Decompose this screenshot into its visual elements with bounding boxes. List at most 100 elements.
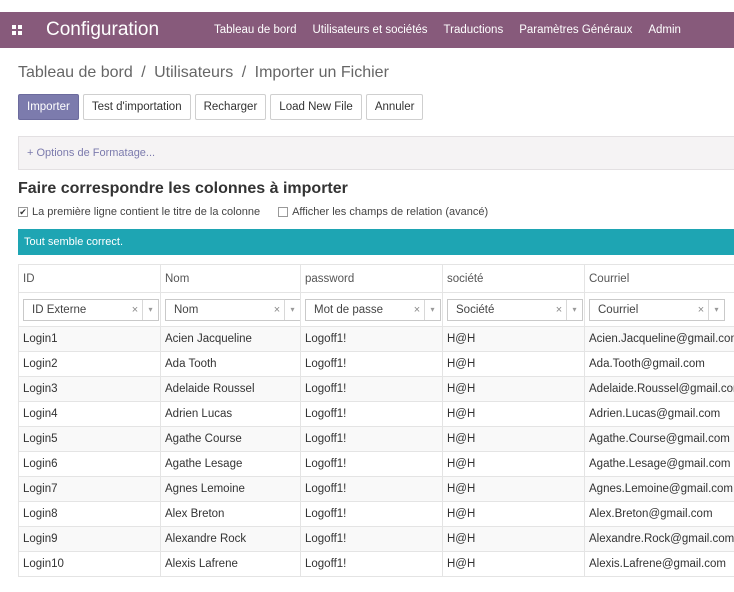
table-cell: Login10: [18, 551, 161, 577]
clear-icon[interactable]: ×: [270, 304, 284, 316]
show-relations-label: Afficher les champs de relation (avancé): [292, 206, 489, 218]
table-cell: Agnes Lemoine: [160, 476, 301, 502]
table-row: Login10 Alexis Lafrene Logoff1! H@H Alexis.L…: [18, 551, 734, 577]
action-toolbar: Importer Test d'importation Recharger Lo…: [18, 94, 424, 120]
table-row: Login7 Agnes Lemoine Logoff1! H@H Agnes.Lemo…: [18, 476, 734, 502]
table-cell: Agathe.Course@gmail.com: [584, 426, 734, 452]
table-cell: H@H: [442, 501, 585, 527]
table-cell: Adelaide Roussel: [160, 376, 301, 402]
table-cell: Ada Tooth: [160, 351, 301, 377]
table-cell: Login5: [18, 426, 161, 452]
table-cell: Acien Jacqueline: [160, 326, 301, 352]
field-mapping-cell: Mot de passe × ▾: [300, 292, 443, 327]
table-cell: H@H: [442, 376, 585, 402]
clear-icon[interactable]: ×: [552, 304, 566, 316]
table-cell: Login6: [18, 451, 161, 477]
table-cell: Login1: [18, 326, 161, 352]
table-row: Login3 Adelaide Roussel Logoff1! H@H Adelaid…: [18, 376, 734, 402]
table-cell: H@H: [442, 351, 585, 377]
table-cell: Alex Breton: [160, 501, 301, 527]
header-row-checkbox[interactable]: ✔ La première ligne contient le titre de…: [18, 206, 260, 218]
chevron-down-icon[interactable]: ▾: [142, 299, 158, 320]
table-row: Login9 Alexandre Rock Logoff1! H@H Alexandre…: [18, 526, 734, 552]
table-cell: Login4: [18, 401, 161, 427]
import-preview-table: ID Nom password société Courriel ID Exte…: [18, 264, 734, 577]
table-cell: Adelaide.Roussel@gmail.com: [584, 376, 734, 402]
column-header: ID: [18, 264, 161, 293]
field-mapping-value: Nom: [174, 303, 199, 316]
checkbox-checked-icon[interactable]: ✔: [18, 207, 28, 217]
reload-button[interactable]: Recharger: [194, 94, 267, 120]
field-mapping-cell: ID Externe × ▾: [18, 292, 161, 327]
menu-item-admin[interactable]: Admin: [640, 24, 689, 36]
cancel-button[interactable]: Annuler: [365, 94, 424, 120]
breadcrumb: Tableau de bord / Utilisateurs / Importe…: [18, 64, 389, 82]
table-cell: H@H: [442, 451, 585, 477]
formatting-options-toggle[interactable]: + Options de Formatage...: [18, 136, 734, 170]
table-cell: Logoff1!: [300, 476, 443, 502]
table-row: Login1 Acien Jacqueline Logoff1! H@H Acien.J…: [18, 326, 734, 352]
table-cell: Login9: [18, 526, 161, 552]
table-cell: Agathe Course: [160, 426, 301, 452]
table-cell: Alexis.Lafrene@gmail.com: [584, 551, 734, 577]
field-mapping-select[interactable]: Nom × ▾: [165, 298, 301, 321]
table-row: Login6 Agathe Lesage Logoff1! H@H Agathe.Les…: [18, 451, 734, 477]
table-cell: Login3: [18, 376, 161, 402]
field-mapping-select[interactable]: ID Externe × ▾: [23, 298, 159, 321]
field-mapping-cell: Courriel × ▾: [584, 292, 734, 327]
chevron-down-icon[interactable]: ▾: [424, 299, 440, 320]
import-button[interactable]: Importer: [18, 94, 79, 120]
table-cell: Login7: [18, 476, 161, 502]
field-mapping-select[interactable]: Courriel × ▾: [589, 298, 725, 321]
breadcrumb-dashboard[interactable]: Tableau de bord: [18, 64, 133, 81]
field-mapping-value: ID Externe: [32, 303, 87, 316]
status-alert: Tout semble correct.: [18, 229, 734, 255]
field-mapping-cell: Société × ▾: [442, 292, 585, 327]
table-cell: Logoff1!: [300, 326, 443, 352]
chevron-down-icon[interactable]: ▾: [284, 299, 300, 320]
table-cell: Logoff1!: [300, 401, 443, 427]
table-cell: H@H: [442, 551, 585, 577]
column-header: Courriel: [584, 264, 734, 293]
breadcrumb-users[interactable]: Utilisateurs: [154, 64, 233, 81]
menu-item-general-settings[interactable]: Paramètres Généraux: [511, 24, 640, 36]
import-checkboxes: ✔ La première ligne contient le titre de…: [18, 206, 488, 218]
table-cell: Logoff1!: [300, 451, 443, 477]
menu-item-translations[interactable]: Traductions: [436, 24, 512, 36]
chevron-down-icon[interactable]: ▾: [708, 299, 724, 320]
table-cell: Logoff1!: [300, 551, 443, 577]
table-cell: H@H: [442, 426, 585, 452]
table-cell: Agnes.Lemoine@gmail.com: [584, 476, 734, 502]
chevron-down-icon[interactable]: ▾: [566, 299, 582, 320]
section-title: Faire correspondre les colonnes à import…: [18, 180, 348, 197]
show-relations-checkbox[interactable]: Afficher les champs de relation (avancé): [278, 206, 488, 218]
field-mapping-select[interactable]: Mot de passe × ▾: [305, 298, 441, 321]
table-cell: H@H: [442, 401, 585, 427]
checkbox-unchecked-icon[interactable]: [278, 207, 289, 217]
table-cell: Ada.Tooth@gmail.com: [584, 351, 734, 377]
table-cell: Logoff1!: [300, 526, 443, 552]
column-header: Nom: [160, 264, 301, 293]
table-cell: Acien.Jacqueline@gmail.com: [584, 326, 734, 352]
top-menu: Tableau de bord Utilisateurs et sociétés…: [206, 24, 689, 36]
field-mapping-select[interactable]: Société × ▾: [447, 298, 583, 321]
test-import-button[interactable]: Test d'importation: [82, 94, 191, 120]
table-cell: Agathe.Lesage@gmail.com: [584, 451, 734, 477]
menu-item-dashboard[interactable]: Tableau de bord: [206, 24, 304, 36]
table-row: Login5 Agathe Course Logoff1! H@H Agathe.Cou…: [18, 426, 734, 452]
clear-icon[interactable]: ×: [694, 304, 708, 316]
table-cell: Logoff1!: [300, 426, 443, 452]
apps-grid-icon[interactable]: [0, 12, 34, 48]
load-new-file-button[interactable]: Load New File: [270, 94, 362, 120]
breadcrumb-separator: /: [241, 64, 247, 81]
clear-icon[interactable]: ×: [128, 304, 142, 316]
table-row: Login4 Adrien Lucas Logoff1! H@H Adrien.Luca…: [18, 401, 734, 427]
column-header: société: [442, 264, 585, 293]
table-cell: Adrien.Lucas@gmail.com: [584, 401, 734, 427]
top-navbar: Configuration Tableau de bord Utilisateu…: [0, 12, 734, 48]
breadcrumb-import-file: Importer un Fichier: [254, 64, 389, 81]
table-cell: H@H: [442, 526, 585, 552]
clear-icon[interactable]: ×: [410, 304, 424, 316]
header-row-label: La première ligne contient le titre de l…: [32, 206, 261, 218]
menu-item-users-companies[interactable]: Utilisateurs et sociétés: [304, 24, 435, 36]
